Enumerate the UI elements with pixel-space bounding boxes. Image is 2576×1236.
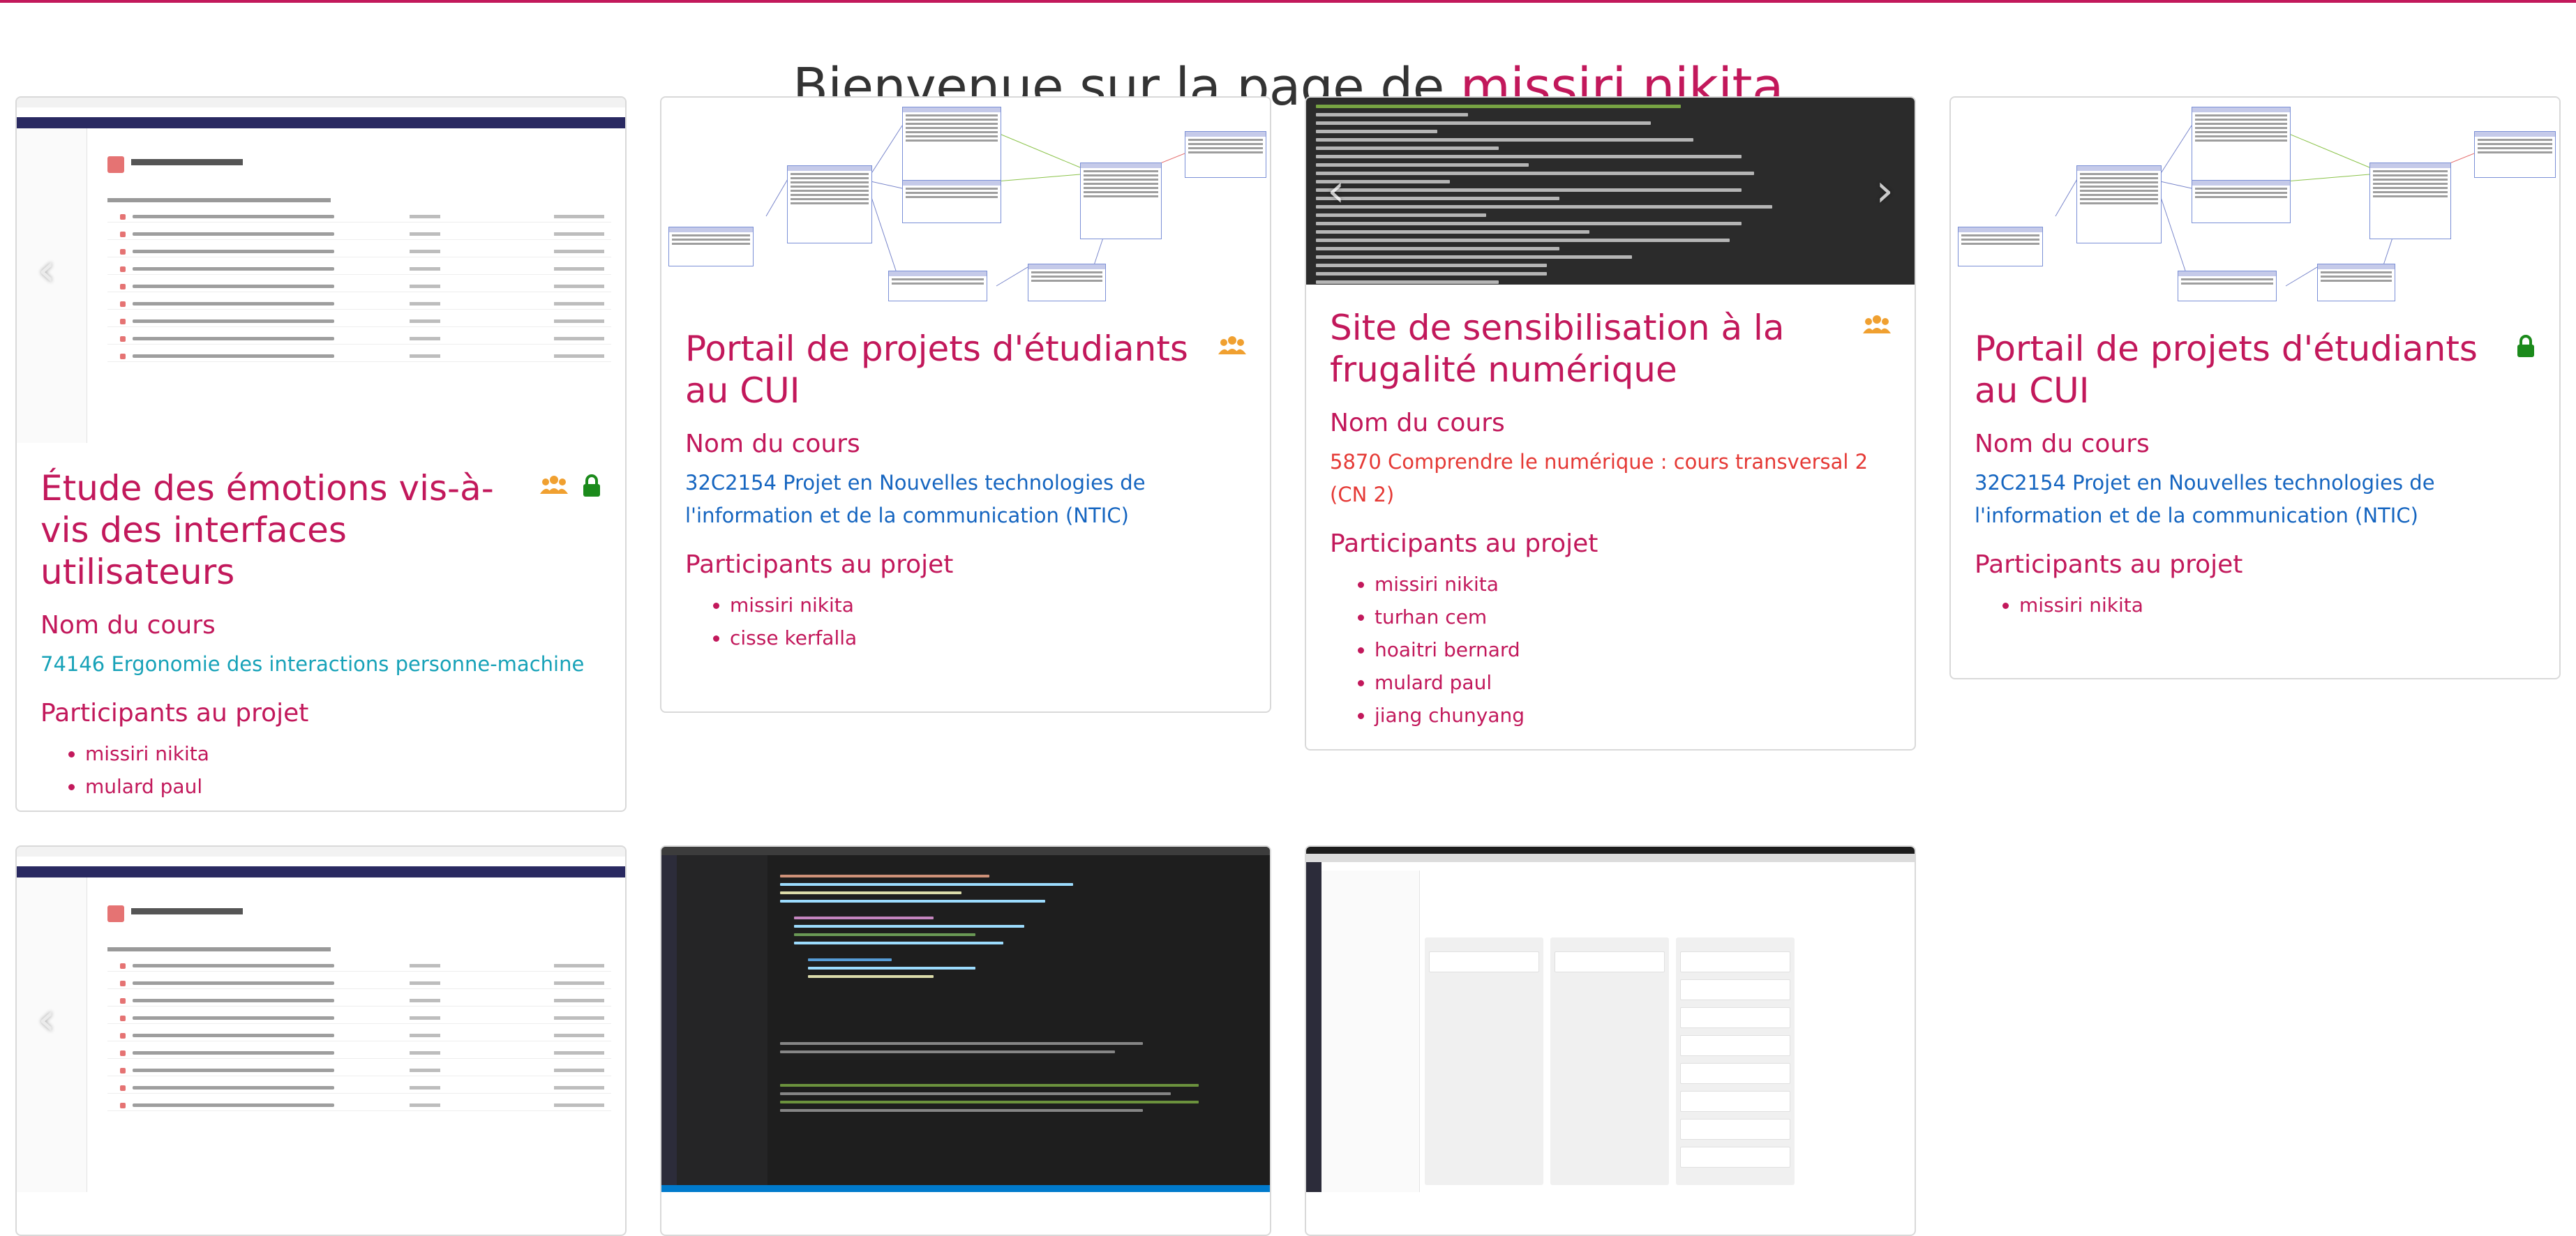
participants-heading: Participants au projet	[1975, 550, 2243, 579]
carousel-image	[1306, 847, 1915, 1192]
course-link[interactable]: 74146 Ergonomie des interactions personn…	[40, 648, 601, 681]
carousel-image	[1306, 98, 1915, 285]
course-link[interactable]: 32C2154 Projet en Nouvelles technologies…	[685, 467, 1246, 532]
project-title[interactable]: Portail de projets d'étudiants au CUI	[685, 328, 1222, 412]
carousel-image	[661, 98, 1270, 303]
participant[interactable]: jiang chunyang	[1375, 699, 1891, 732]
participant[interactable]: missiri nikita	[2019, 589, 2536, 621]
project-card[interactable]: Portail de projets d'étudiants au CUI No…	[1949, 96, 2561, 679]
project-carousel[interactable]: ‹	[17, 98, 625, 443]
lock-icon	[583, 474, 600, 497]
course-link[interactable]: 5870 Comprendre le numérique : cours tra…	[1330, 446, 1891, 511]
participant[interactable]: missiri nikita	[730, 589, 1246, 621]
participants-heading: Participants au projet	[40, 699, 309, 728]
group-icon	[1863, 315, 1891, 333]
project-title[interactable]: Site de sensibilisation à la frugalité n…	[1330, 307, 1818, 391]
project-carousel[interactable]	[1306, 847, 1915, 1192]
top-accent-line	[0, 0, 2576, 3]
project-card[interactable]	[660, 845, 1271, 1236]
participants-list: missiri nikita cisse kerfalla	[685, 589, 1246, 654]
course-link[interactable]: 32C2154 Projet en Nouvelles technologies…	[1975, 467, 2536, 532]
carousel-prev-button[interactable]: ‹	[1327, 169, 1345, 213]
course-heading: Nom du cours	[1975, 430, 2150, 458]
carousel-image	[17, 98, 625, 443]
participant[interactable]: cisse kerfalla	[730, 621, 1246, 654]
participant[interactable]: mulard paul	[1375, 666, 1891, 699]
project-title[interactable]: Portail de projets d'étudiants au CUI	[1975, 328, 2512, 412]
participant[interactable]: missiri nikita	[1375, 568, 1891, 601]
participant[interactable]: hoaitri bernard	[1375, 633, 1891, 666]
lock-icon	[2517, 335, 2534, 357]
project-title[interactable]: Étude des émotions vis-à-vis des interfa…	[40, 467, 515, 593]
course-heading: Nom du cours	[40, 611, 216, 640]
project-carousel[interactable]: ‹	[17, 847, 625, 1192]
project-carousel[interactable]	[1951, 98, 2559, 303]
project-carousel[interactable]	[661, 847, 1270, 1192]
participants-heading: Participants au projet	[685, 550, 954, 579]
carousel-image	[17, 847, 625, 1192]
participants-list: missiri nikita turhan cem hoaitri bernar…	[1330, 568, 1891, 732]
course-heading: Nom du cours	[685, 430, 860, 458]
participant[interactable]: missiri nikita	[85, 737, 601, 770]
participants-heading: Participants au projet	[1330, 529, 1598, 558]
project-card[interactable]: ‹	[15, 845, 627, 1236]
project-carousel[interactable]: ‹ ›	[1306, 98, 1915, 285]
participant[interactable]: turhan cem	[1375, 601, 1891, 633]
participants-list: missiri nikita mulard paul	[40, 737, 601, 803]
project-card[interactable]: ‹ Étude des émotions vis-à-vis des inter…	[15, 96, 627, 812]
project-card[interactable]: ‹ › Site de sensibilisation à la frugali…	[1305, 96, 1916, 751]
course-heading: Nom du cours	[1330, 409, 1505, 437]
project-carousel[interactable]	[661, 98, 1270, 303]
project-card[interactable]: Portail de projets d'étudiants au CUI No…	[660, 96, 1271, 713]
carousel-prev-button[interactable]: ‹	[38, 997, 56, 1042]
group-icon	[540, 476, 568, 494]
carousel-image	[1951, 98, 2559, 303]
carousel-prev-button[interactable]: ‹	[38, 248, 56, 293]
carousel-image	[661, 847, 1270, 1192]
project-card[interactable]	[1305, 845, 1916, 1236]
group-icon	[1218, 336, 1246, 354]
participant[interactable]: mulard paul	[85, 770, 601, 803]
carousel-next-button[interactable]: ›	[1875, 169, 1894, 213]
participants-list: missiri nikita	[1975, 589, 2536, 621]
